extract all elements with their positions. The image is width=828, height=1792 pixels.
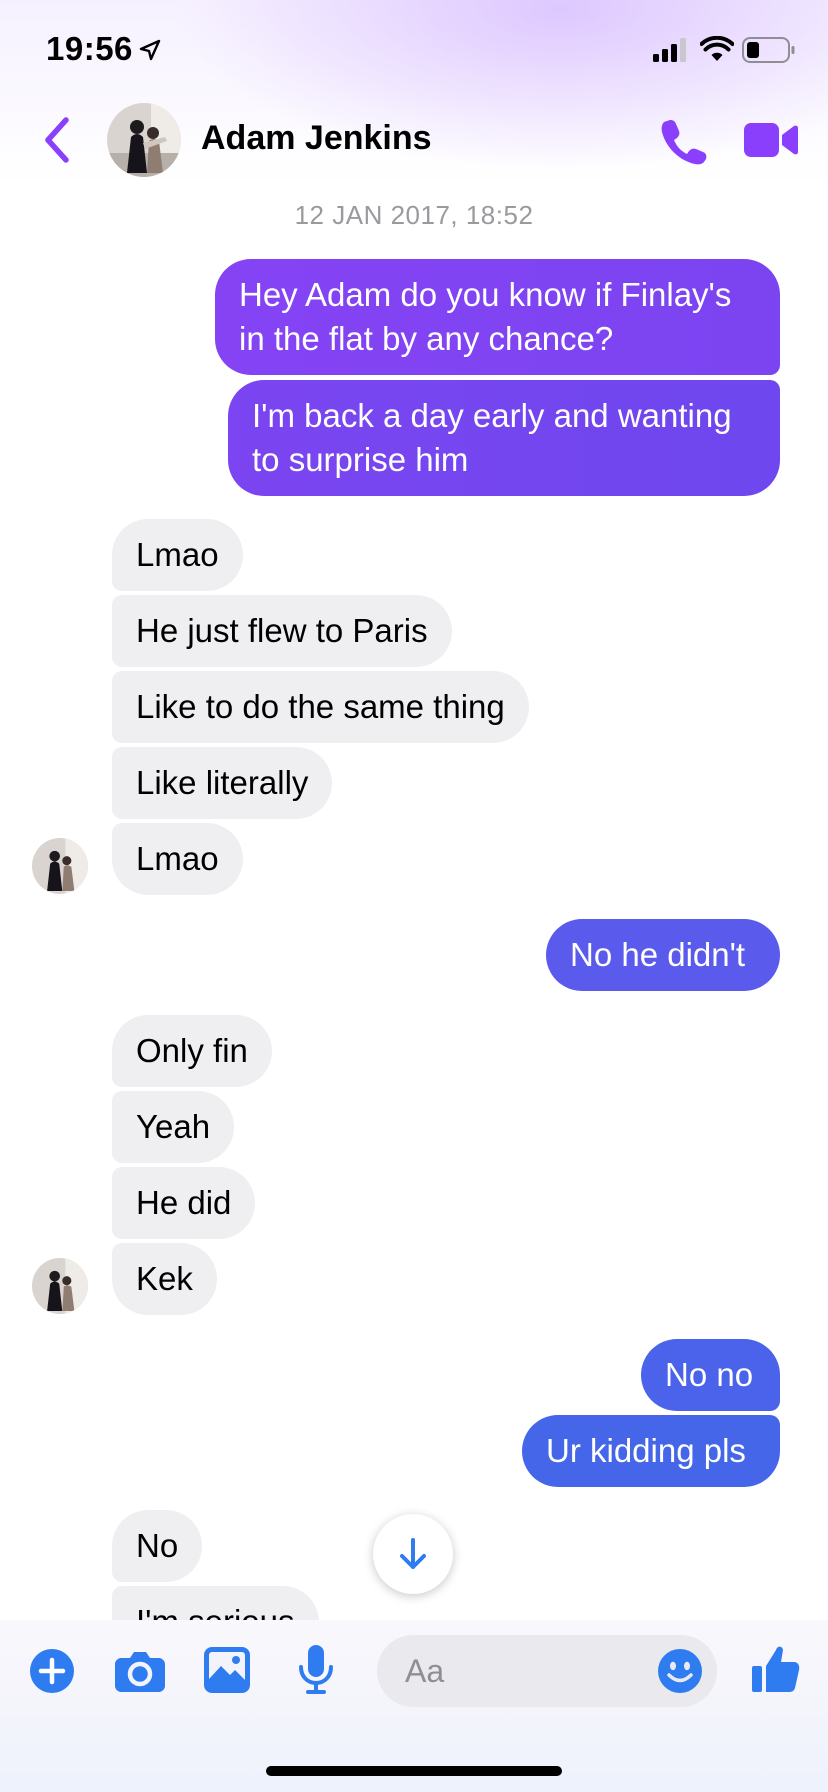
- scroll-to-bottom-button[interactable]: [373, 1514, 453, 1594]
- home-indicator[interactable]: [266, 1766, 562, 1776]
- smiley-icon[interactable]: [657, 1648, 703, 1694]
- message-bubble-outgoing[interactable]: I'm back a day early and wanting to surp…: [228, 380, 780, 496]
- message-bubble-incoming[interactable]: Kek: [112, 1243, 217, 1315]
- plus-circle-icon[interactable]: [29, 1648, 75, 1694]
- arrow-down-icon: [400, 1538, 426, 1569]
- microphone-icon[interactable]: [298, 1645, 334, 1695]
- message-list[interactable]: 12 JAN 2017, 18:52 Hey Adam do you know …: [0, 0, 828, 1620]
- thumbs-up-icon[interactable]: [752, 1644, 800, 1694]
- message-bubble-incoming[interactable]: I'm serious: [112, 1586, 319, 1620]
- sender-avatar[interactable]: [32, 1258, 88, 1314]
- message-bubble-incoming[interactable]: Lmao: [112, 519, 243, 591]
- message-bubble-incoming[interactable]: No: [112, 1510, 203, 1582]
- sender-avatar[interactable]: [32, 838, 88, 894]
- message-bubble-incoming[interactable]: Only fin: [112, 1015, 272, 1087]
- conversation-timestamp: 12 JAN 2017, 18:52: [294, 200, 534, 230]
- message-bubble-outgoing[interactable]: No he didn't: [546, 919, 780, 991]
- avatar-photo: [32, 1258, 88, 1314]
- message-bubble-outgoing[interactable]: No no: [641, 1339, 780, 1411]
- message-bubble-incoming[interactable]: Like literally: [112, 747, 333, 819]
- camera-icon[interactable]: [115, 1650, 165, 1692]
- message-bubble-outgoing[interactable]: Ur kidding pls: [522, 1415, 780, 1487]
- message-bubble-incoming[interactable]: Lmao: [112, 823, 243, 895]
- avatar-photo: [32, 838, 88, 894]
- message-bubble-outgoing[interactable]: Hey Adam do you know if Finlay's in the …: [215, 259, 780, 375]
- message-bubble-incoming[interactable]: Like to do the same thing: [112, 671, 529, 743]
- message-bubble-incoming[interactable]: He just flew to Paris: [112, 595, 452, 667]
- image-icon[interactable]: [204, 1647, 250, 1693]
- message-bubble-incoming[interactable]: Yeah: [112, 1091, 235, 1163]
- message-bubble-incoming[interactable]: He did: [112, 1167, 256, 1239]
